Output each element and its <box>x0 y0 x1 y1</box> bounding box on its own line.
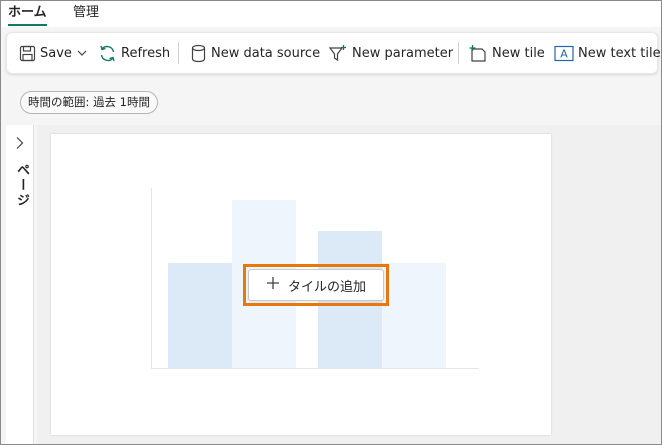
database-icon <box>190 44 207 63</box>
ribbon-toolbar: Save Refresh New data source New paramet… <box>6 32 661 74</box>
placeholder-y-axis <box>151 188 152 368</box>
top-tab-bar: ホーム 管理 <box>1 1 661 27</box>
text-box-icon: A <box>554 45 574 62</box>
placeholder-bar <box>382 263 446 368</box>
chevron-right-icon[interactable] <box>15 135 25 154</box>
svg-text:A: A <box>560 47 568 60</box>
save-label: Save <box>40 45 72 61</box>
new-tile-label: New tile <box>492 45 545 61</box>
new-text-tile-label: New text tile <box>578 45 661 61</box>
plus-icon <box>266 276 280 294</box>
add-tile-label: タイルの追加 <box>287 279 366 295</box>
save-icon <box>19 45 36 62</box>
dashboard-canvas: タイルの追加 <box>37 125 661 444</box>
time-range-pill[interactable]: 時間の範囲: 過去 1時間 <box>20 91 159 114</box>
filter-bar: 時間の範囲: 過去 1時間 <box>1 81 661 123</box>
filter-add-icon <box>328 44 348 63</box>
chevron-down-icon[interactable] <box>76 47 88 59</box>
ribbon-separator <box>458 42 459 64</box>
add-tile-button[interactable]: タイルの追加 <box>248 269 384 301</box>
refresh-icon <box>98 44 117 63</box>
refresh-label: Refresh <box>121 45 171 61</box>
pages-panel-label: ページ <box>14 163 29 208</box>
refresh-button[interactable]: Refresh <box>98 33 170 73</box>
placeholder-bar <box>168 263 232 368</box>
placeholder-x-axis <box>151 368 479 369</box>
save-button[interactable]: Save <box>19 33 88 73</box>
new-parameter-button[interactable]: New parameter <box>328 33 453 73</box>
new-tile-button[interactable]: New tile <box>468 33 545 73</box>
new-data-source-label: New data source <box>211 45 321 61</box>
tile-add-icon <box>468 44 488 63</box>
tab-home[interactable]: ホーム <box>8 4 47 26</box>
empty-page-card: タイルの追加 <box>51 134 551 435</box>
new-parameter-label: New parameter <box>352 45 454 61</box>
ribbon-separator <box>178 42 179 64</box>
tab-manage[interactable]: 管理 <box>73 4 99 22</box>
pages-panel: ページ <box>6 125 34 444</box>
app-window: ホーム 管理 Save Refresh New data source New … <box>0 0 662 445</box>
new-text-tile-button[interactable]: A New text tile <box>554 33 661 73</box>
new-data-source-button[interactable]: New data source <box>190 33 320 73</box>
